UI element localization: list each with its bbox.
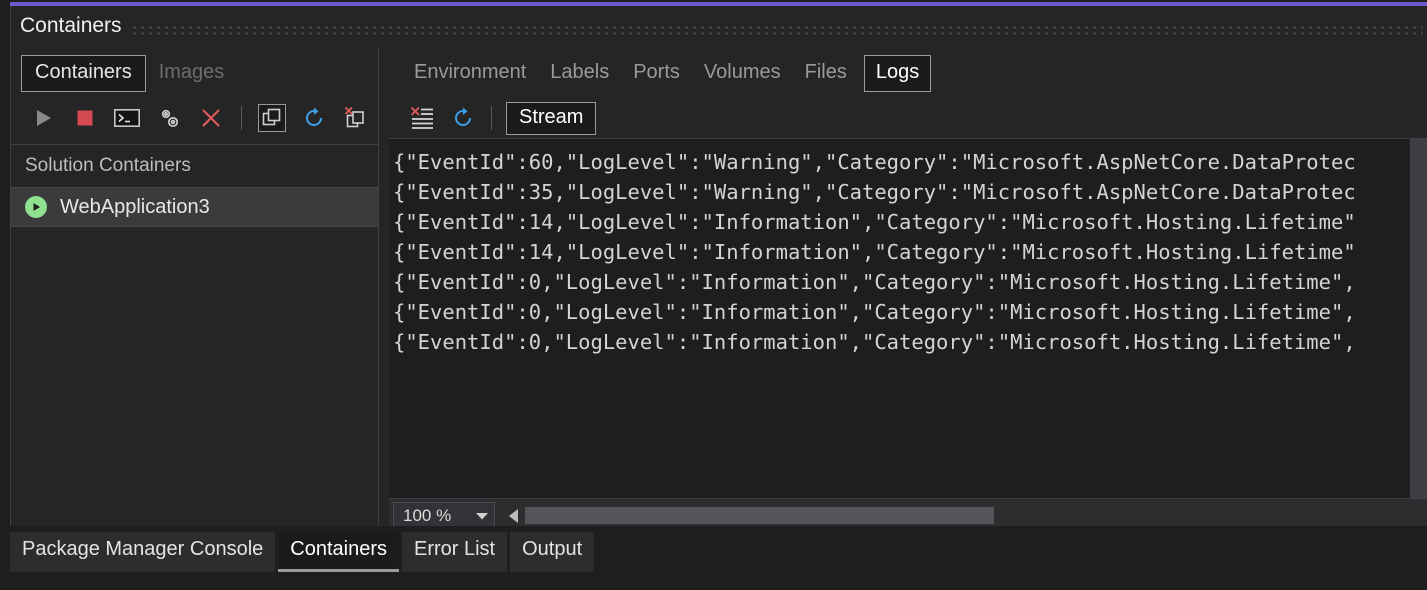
tool-window-title: Containers bbox=[20, 14, 122, 37]
refresh-logs-button[interactable] bbox=[449, 104, 477, 132]
log-text-area[interactable]: {"EventId":60,"LogLevel":"Warning","Cate… bbox=[389, 139, 1409, 498]
tab-ports[interactable]: Ports bbox=[626, 56, 687, 91]
tab-ports-label: Ports bbox=[633, 60, 680, 83]
bottom-tab-label: Output bbox=[522, 538, 583, 560]
stop-icon bbox=[75, 108, 95, 128]
tab-labels[interactable]: Labels bbox=[543, 56, 616, 91]
settings-button[interactable] bbox=[155, 104, 183, 132]
tool-window-titlebar: Containers bbox=[11, 6, 1427, 48]
stack-icon bbox=[261, 107, 283, 129]
refresh-button[interactable] bbox=[300, 104, 328, 132]
toolbar-separator bbox=[241, 106, 242, 130]
start-button[interactable] bbox=[29, 104, 57, 132]
tab-files[interactable]: Files bbox=[798, 56, 854, 91]
log-horizontal-scrollbar[interactable] bbox=[503, 502, 1427, 529]
clear-logs-button[interactable] bbox=[409, 104, 437, 132]
tab-files-label: Files bbox=[804, 60, 847, 83]
tab-logs-label: Logs bbox=[875, 60, 920, 83]
bottom-tab-label: Package Manager Console bbox=[22, 538, 264, 560]
bottom-tab-package-manager-console[interactable]: Package Manager Console bbox=[10, 532, 276, 572]
clear-list-icon bbox=[410, 106, 436, 130]
tab-volumes[interactable]: Volumes bbox=[697, 56, 788, 91]
container-details-pane: Environment Labels Ports Volumes Files L… bbox=[389, 48, 1427, 532]
logs-toolbar-separator bbox=[491, 106, 492, 130]
tab-containers[interactable]: Containers bbox=[21, 54, 146, 92]
list-group-header: Solution Containers bbox=[25, 155, 191, 176]
tab-images-label: Images bbox=[158, 60, 225, 83]
log-vertical-scrollbar[interactable] bbox=[1409, 139, 1427, 498]
log-line: {"EventId":14,"LogLevel":"Information","… bbox=[393, 210, 1356, 234]
stack-delete-icon bbox=[344, 106, 368, 130]
stream-toggle-label: Stream bbox=[519, 105, 584, 128]
bottom-tab-error-list[interactable]: Error List bbox=[401, 532, 508, 572]
bottom-tabstrip: Package Manager Console Containers Error… bbox=[10, 526, 1427, 590]
list-item-label: WebApplication3 bbox=[60, 195, 210, 218]
list-item[interactable]: WebApplication3 bbox=[11, 187, 378, 227]
remove-container-button[interactable] bbox=[197, 104, 225, 132]
details-tabstrip: Environment Labels Ports Volumes Files L… bbox=[389, 48, 1427, 98]
view-containers-button[interactable] bbox=[258, 104, 286, 132]
terminal-icon bbox=[114, 109, 140, 127]
bottom-tab-label: Error List bbox=[413, 538, 496, 560]
chevron-down-icon bbox=[476, 512, 488, 520]
left-pane-tabstrip: Containers Images bbox=[11, 48, 378, 98]
play-icon bbox=[33, 108, 53, 128]
tool-window-body: Containers Images Solution Containers We… bbox=[11, 48, 1427, 532]
bottom-tab-output[interactable]: Output bbox=[510, 532, 595, 572]
prune-containers-button[interactable] bbox=[342, 104, 370, 132]
log-line: {"EventId":0,"LogLevel":"Information","C… bbox=[393, 270, 1356, 294]
gears-icon bbox=[157, 106, 181, 130]
log-line: {"EventId":0,"LogLevel":"Information","C… bbox=[393, 330, 1356, 354]
tab-containers-label: Containers bbox=[35, 60, 132, 83]
zoom-level-dropdown[interactable]: 100 % bbox=[393, 502, 495, 529]
stop-button[interactable] bbox=[71, 104, 99, 132]
tab-environment[interactable]: Environment bbox=[407, 56, 533, 91]
log-line: {"EventId":60,"LogLevel":"Warning","Cate… bbox=[393, 150, 1356, 174]
pane-splitter[interactable] bbox=[378, 48, 389, 532]
tab-images[interactable]: Images bbox=[146, 56, 238, 91]
drag-grip-dots[interactable] bbox=[133, 26, 1423, 38]
log-line: {"EventId":0,"LogLevel":"Information","C… bbox=[393, 300, 1356, 324]
open-terminal-button[interactable] bbox=[113, 104, 141, 132]
containers-tool-window-root: Containers Containers Images Solution Co… bbox=[0, 0, 1427, 590]
bottom-tab-containers[interactable]: Containers bbox=[278, 532, 399, 572]
zoom-level-value: 100 % bbox=[403, 505, 452, 525]
horizontal-scroll-thumb[interactable] bbox=[525, 507, 995, 524]
bottom-tab-label: Containers bbox=[290, 538, 387, 560]
container-running-icon bbox=[25, 196, 47, 218]
left-pane-toolbar bbox=[11, 98, 378, 138]
refresh-icon bbox=[452, 107, 474, 129]
log-line: {"EventId":14,"LogLevel":"Information","… bbox=[393, 240, 1356, 264]
logs-toolbar: Stream bbox=[389, 98, 1427, 138]
stream-toggle-button[interactable]: Stream bbox=[506, 101, 597, 135]
tab-volumes-label: Volumes bbox=[703, 60, 781, 83]
close-x-icon bbox=[200, 107, 222, 129]
tab-environment-label: Environment bbox=[414, 60, 527, 83]
refresh-icon bbox=[303, 107, 325, 129]
log-line: {"EventId":35,"LogLevel":"Warning","Cate… bbox=[393, 180, 1356, 204]
scroll-left-arrow-icon[interactable] bbox=[503, 505, 525, 527]
horizontal-scroll-track[interactable] bbox=[525, 507, 1427, 524]
tool-window: Containers Containers Images Solution Co… bbox=[10, 6, 1427, 532]
tab-logs[interactable]: Logs bbox=[863, 54, 932, 92]
containers-list: Solution Containers WebApplication3 bbox=[11, 144, 378, 532]
containers-left-pane: Containers Images Solution Containers We… bbox=[11, 48, 378, 532]
log-viewer: {"EventId":60,"LogLevel":"Warning","Cate… bbox=[389, 138, 1427, 498]
tab-labels-label: Labels bbox=[550, 60, 610, 83]
